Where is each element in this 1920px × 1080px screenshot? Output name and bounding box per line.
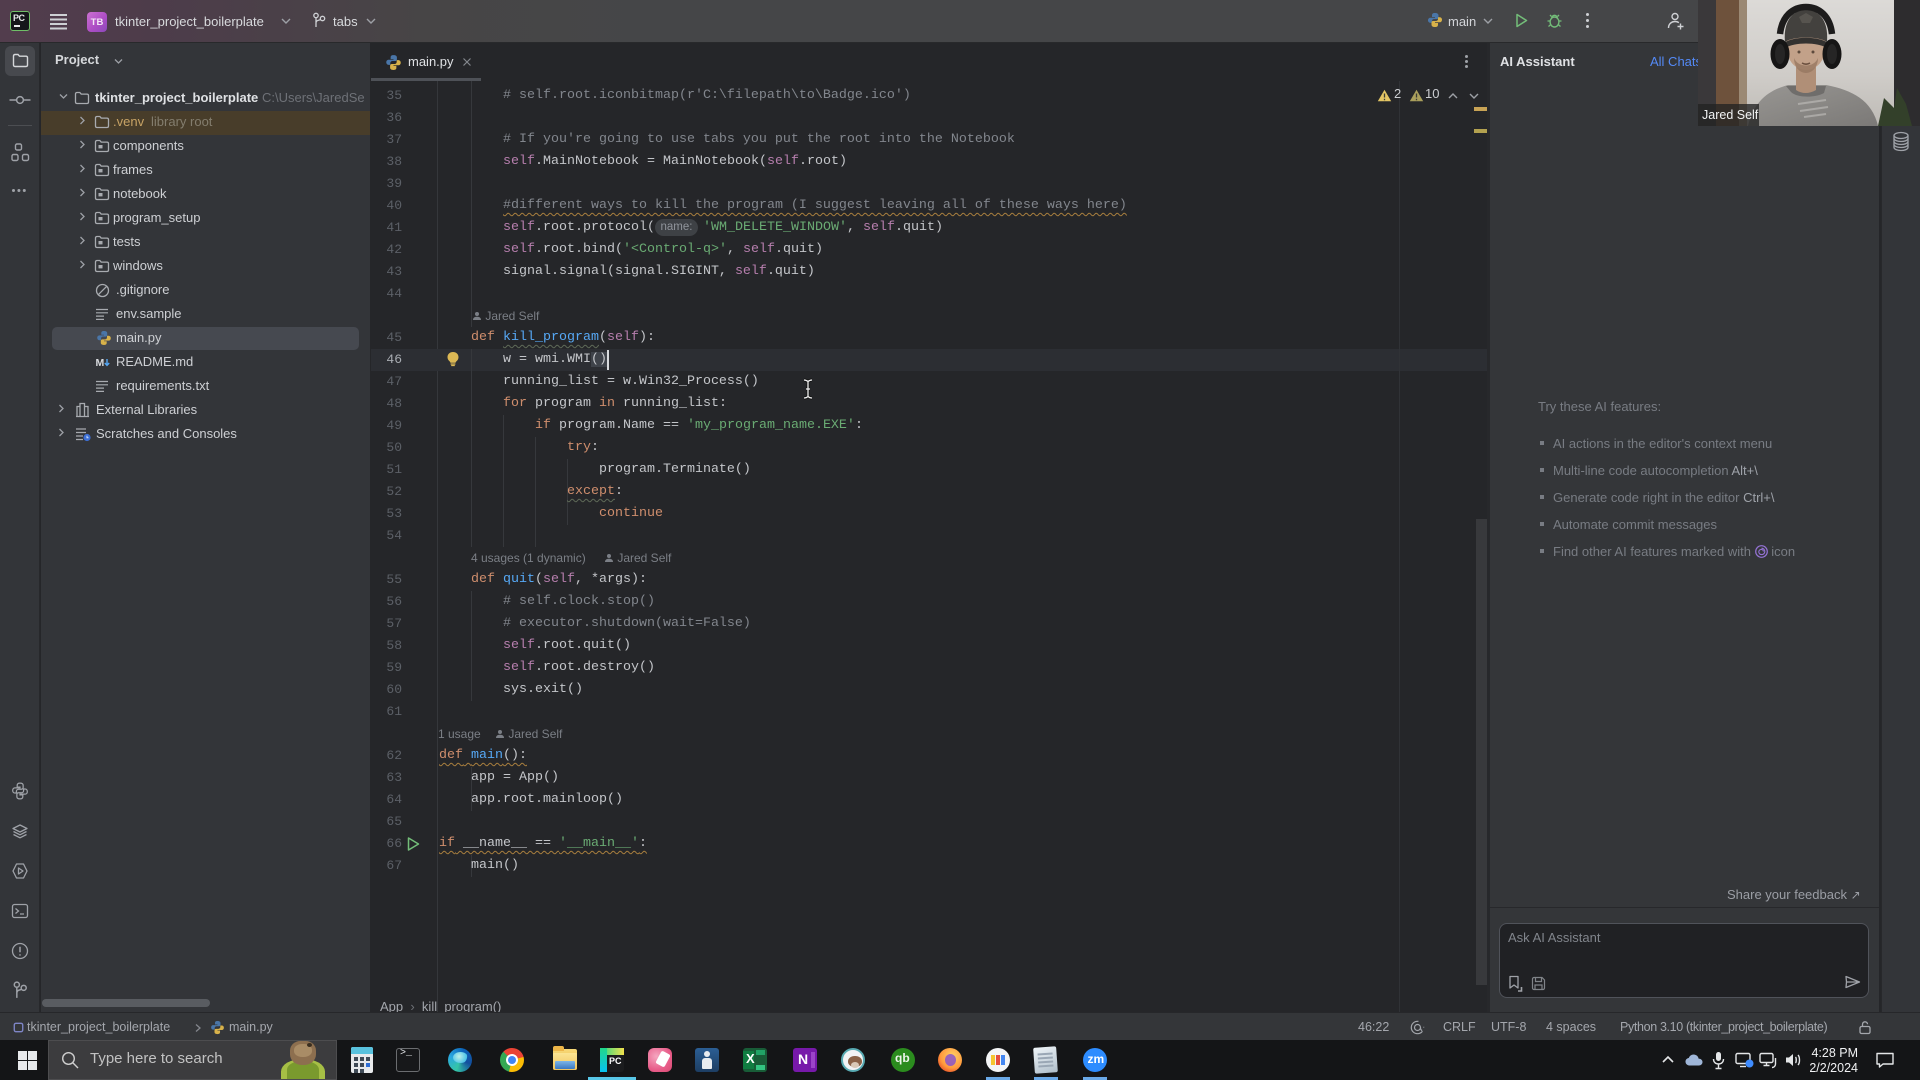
svg-text:M: M bbox=[96, 357, 105, 369]
svg-text:Jared Self: Jared Self bbox=[1702, 108, 1759, 122]
